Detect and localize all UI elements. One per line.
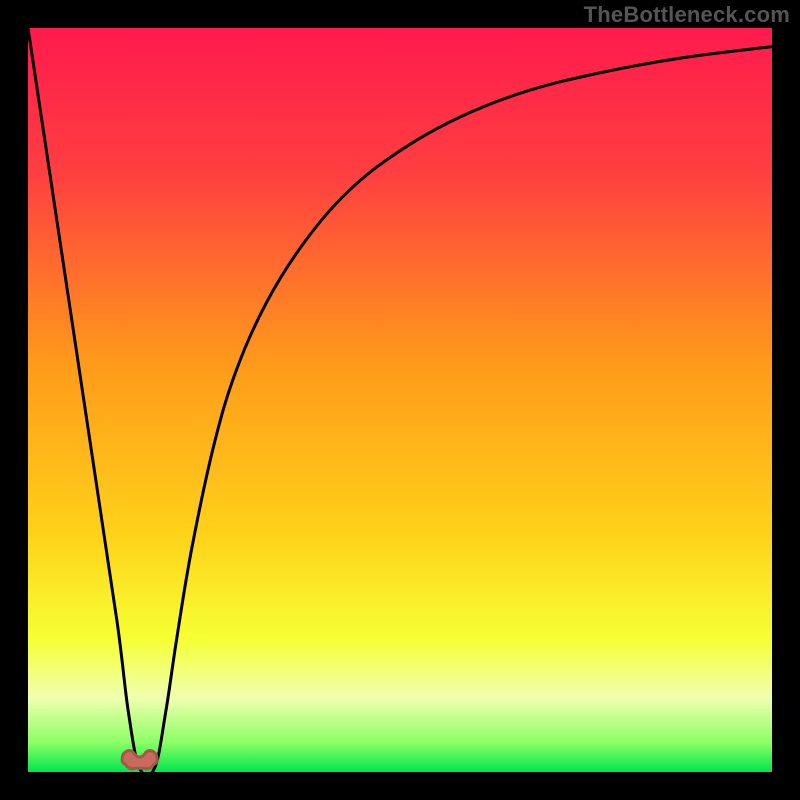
bottleneck-chart xyxy=(0,0,800,800)
gradient-background xyxy=(28,28,772,772)
watermark-text: TheBottleneck.com xyxy=(584,2,790,28)
chart-frame: TheBottleneck.com xyxy=(0,0,800,800)
